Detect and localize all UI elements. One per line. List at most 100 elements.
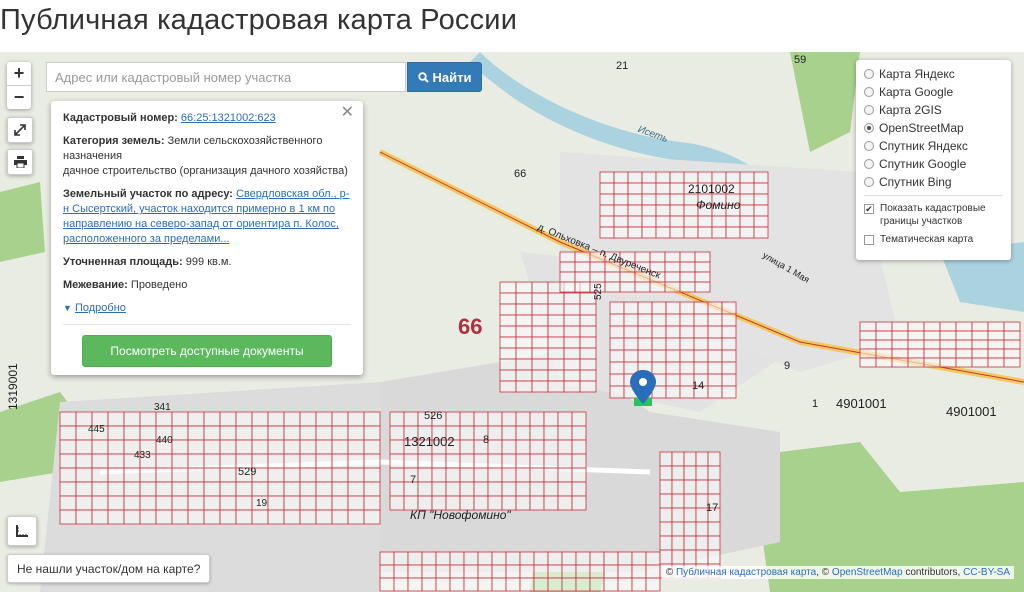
parcel-shape[interactable] xyxy=(939,348,957,359)
parcel-shape[interactable] xyxy=(379,577,395,592)
parcel-shape[interactable] xyxy=(315,467,333,483)
parcel-shape[interactable] xyxy=(665,325,681,339)
layer-option[interactable]: Спутник Bing xyxy=(864,173,1003,191)
parcel-shape[interactable] xyxy=(59,425,77,441)
parcel-shape[interactable] xyxy=(574,281,591,293)
parcel-shape[interactable] xyxy=(665,337,681,351)
parcel-shape[interactable] xyxy=(859,348,877,359)
parcel-shape[interactable] xyxy=(107,495,125,511)
parcel-shape[interactable] xyxy=(543,495,559,511)
parcel-shape[interactable] xyxy=(393,577,409,592)
parcel-shape[interactable] xyxy=(315,481,333,497)
parcel-shape[interactable] xyxy=(123,495,141,511)
parcel-shape[interactable] xyxy=(645,577,661,592)
parcel-shape[interactable] xyxy=(59,467,77,483)
parcel-shape[interactable] xyxy=(123,509,141,525)
parcel-shape[interactable] xyxy=(651,325,667,339)
parcel-shape[interactable] xyxy=(499,358,517,371)
parcel-shape[interactable] xyxy=(693,301,709,315)
parcel-shape[interactable] xyxy=(421,551,437,566)
parcel-shape[interactable] xyxy=(659,549,673,565)
parcel-shape[interactable] xyxy=(75,481,93,497)
parcel-shape[interactable] xyxy=(459,481,475,497)
parcel-shape[interactable] xyxy=(641,226,657,239)
parcel-shape[interactable] xyxy=(725,226,741,239)
parcel-shape[interactable] xyxy=(683,521,697,537)
parcel-shape[interactable] xyxy=(515,439,531,455)
parcel-shape[interactable] xyxy=(971,321,989,332)
parcel-shape[interactable] xyxy=(557,439,573,455)
parcel-shape[interactable] xyxy=(531,380,549,393)
parcel-shape[interactable] xyxy=(707,521,721,537)
parcel-shape[interactable] xyxy=(203,467,221,483)
parcel-shape[interactable] xyxy=(619,281,636,293)
parcel-shape[interactable] xyxy=(753,171,769,184)
parcel-shape[interactable] xyxy=(299,411,317,427)
parcel-shape[interactable] xyxy=(721,385,737,399)
parcel-shape[interactable] xyxy=(547,292,565,305)
parcel-shape[interactable] xyxy=(1003,339,1021,350)
parcel-shape[interactable] xyxy=(487,481,503,497)
parcel-shape[interactable] xyxy=(515,325,533,338)
parcel-shape[interactable] xyxy=(891,357,909,368)
parcel-shape[interactable] xyxy=(363,509,381,525)
parcel-shape[interactable] xyxy=(739,193,755,206)
parcel-shape[interactable] xyxy=(671,521,685,537)
parcel-shape[interactable] xyxy=(627,226,643,239)
parcel-shape[interactable] xyxy=(891,339,909,350)
parcel-shape[interactable] xyxy=(315,495,333,511)
parcel-shape[interactable] xyxy=(283,439,301,455)
parcel-shape[interactable] xyxy=(907,339,925,350)
parcel-shape[interactable] xyxy=(363,425,381,441)
parcel-shape[interactable] xyxy=(875,321,893,332)
parcel-shape[interactable] xyxy=(407,564,423,579)
parcel-shape[interactable] xyxy=(561,577,577,592)
parcel-shape[interactable] xyxy=(707,301,723,315)
parcel-shape[interactable] xyxy=(547,380,565,393)
parcel-shape[interactable] xyxy=(923,330,941,341)
parcel-shape[interactable] xyxy=(515,314,533,327)
parcel-shape[interactable] xyxy=(515,358,533,371)
parcel-shape[interactable] xyxy=(683,451,697,467)
attribution-link-osm[interactable]: OpenStreetMap xyxy=(832,567,903,578)
parcel-shape[interactable] xyxy=(651,313,667,327)
parcel-shape[interactable] xyxy=(955,330,973,341)
parcel-shape[interactable] xyxy=(679,361,695,375)
parcel-shape[interactable] xyxy=(589,261,606,273)
parcel-shape[interactable] xyxy=(623,301,639,315)
parcel-shape[interactable] xyxy=(529,425,545,441)
parcel-shape[interactable] xyxy=(59,481,77,497)
parcel-shape[interactable] xyxy=(107,481,125,497)
parcel-shape[interactable] xyxy=(971,339,989,350)
parcel-shape[interactable] xyxy=(721,313,737,327)
parcel-shape[interactable] xyxy=(315,509,333,525)
parcel-shape[interactable] xyxy=(683,535,697,551)
parcel-shape[interactable] xyxy=(739,182,755,195)
parcel-shape[interactable] xyxy=(645,564,661,579)
parcel-shape[interactable] xyxy=(519,564,535,579)
parcel-shape[interactable] xyxy=(235,481,253,497)
parcel-shape[interactable] xyxy=(547,314,565,327)
parcel-shape[interactable] xyxy=(859,321,877,332)
parcel-shape[interactable] xyxy=(219,411,237,427)
parcel-shape[interactable] xyxy=(599,171,615,184)
parcel-shape[interactable] xyxy=(671,535,685,551)
parcel-shape[interactable] xyxy=(547,358,565,371)
view-documents-button[interactable]: Посмотреть доступные документы xyxy=(82,335,332,367)
parcel-shape[interactable] xyxy=(721,349,737,363)
parcel-shape[interactable] xyxy=(707,451,721,467)
parcel-shape[interactable] xyxy=(939,357,957,368)
parcel-shape[interactable] xyxy=(331,467,349,483)
parcel-shape[interactable] xyxy=(907,330,925,341)
parcel-shape[interactable] xyxy=(155,467,173,483)
parcel-shape[interactable] xyxy=(753,193,769,206)
parcel-shape[interactable] xyxy=(571,439,587,455)
parcel-shape[interactable] xyxy=(529,481,545,497)
parcel-shape[interactable] xyxy=(707,325,723,339)
parcel-shape[interactable] xyxy=(459,425,475,441)
parcel-shape[interactable] xyxy=(139,467,157,483)
parcel-shape[interactable] xyxy=(664,261,681,273)
parcel-shape[interactable] xyxy=(659,535,673,551)
parcel-shape[interactable] xyxy=(579,325,597,338)
parcel-shape[interactable] xyxy=(721,373,737,387)
